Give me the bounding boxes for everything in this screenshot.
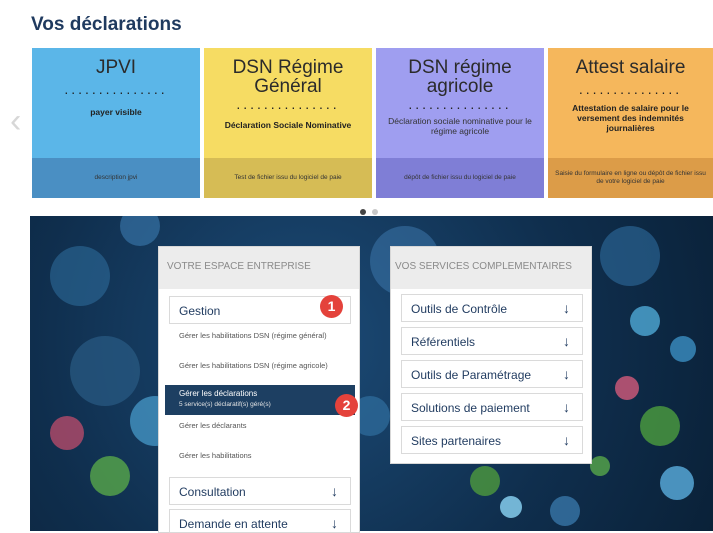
service-label: Outils de Paramétrage: [411, 368, 532, 382]
decor-bubble: [670, 336, 696, 362]
consultation-label: Consultation: [179, 485, 246, 499]
demande-attente-button[interactable]: Demande en attente ↓: [169, 509, 351, 533]
card-title: JPVI: [95, 57, 137, 78]
services-complementaires-panel: VOS SERVICES COMPLEMENTAIRES Outils de C…: [390, 246, 592, 464]
panel-title: VOS SERVICES COMPLEMENTAIRES: [395, 261, 572, 272]
gerer-declarations-label: Gérer les déclarations: [179, 389, 258, 398]
card-divider: ...............: [64, 81, 168, 97]
service-label: Référentiels: [411, 335, 476, 349]
arrow-down-icon: ↓: [331, 483, 338, 499]
card-title: DSN régime agricole: [408, 57, 512, 97]
card-dsn-regime-agricole[interactable]: DSN régime agricole ............... Décl…: [376, 48, 544, 198]
decor-bubble: [600, 226, 660, 286]
card-divider: ...............: [236, 96, 340, 112]
espace-entreprise-panel: VOTRE ESPACE ENTREPRISE Gestion 1 Gérer …: [158, 246, 360, 533]
card-jpvi[interactable]: JPVI ............... payer visible descr…: [32, 48, 200, 198]
service-solutions-paiement[interactable]: Solutions de paiement ↓: [401, 393, 583, 421]
chevron-left-icon[interactable]: ‹: [10, 104, 21, 138]
decor-bubble: [590, 456, 610, 476]
card-footer: Test de fichier issu du logiciel de paie: [204, 158, 372, 198]
link-gerer-declarations[interactable]: Gérer les déclarations 5 service(s) décl…: [165, 385, 355, 415]
card-subtitle: payer visible: [90, 107, 142, 117]
card-subtitle: Déclaration Sociale Nominative: [224, 120, 352, 130]
decor-bubble: [500, 496, 522, 518]
card-footer: Saisie du formulaire en ligne ou dépôt d…: [548, 158, 713, 198]
step-2-badge: 2: [335, 394, 358, 417]
arrow-down-icon: ↓: [563, 366, 570, 382]
decor-bubble: [630, 306, 660, 336]
decor-bubble: [615, 376, 639, 400]
decor-bubble: [90, 456, 130, 496]
card-divider: ...............: [408, 96, 512, 112]
demande-attente-label: Demande en attente: [179, 517, 288, 531]
service-outils-controle[interactable]: Outils de Contrôle ↓: [401, 294, 583, 322]
arrow-down-icon: ↓: [331, 515, 338, 531]
hero-background: [30, 216, 713, 531]
card-subtitle: Attestation de salaire pour le versement…: [572, 103, 689, 133]
card-dsn-regime-general[interactable]: DSN Régime Général ............... Décla…: [204, 48, 372, 198]
step-1-badge: 1: [320, 295, 343, 318]
service-sites-partenaires[interactable]: Sites partenaires ↓: [401, 426, 583, 454]
card-title: Attest salaire: [575, 57, 686, 78]
decor-bubble: [640, 406, 680, 446]
decor-bubble: [660, 466, 694, 500]
link-gerer-declarants[interactable]: Gérer les déclarants: [179, 421, 339, 430]
page-title: Vos déclarations: [31, 14, 182, 35]
service-label: Outils de Contrôle: [411, 302, 508, 316]
card-footer: dépôt de fichier issu du logiciel de pai…: [376, 158, 544, 198]
arrow-down-icon: ↓: [563, 333, 570, 349]
link-gerer-habilitations[interactable]: Gérer les habilitations: [179, 451, 339, 460]
gestion-label: Gestion: [179, 304, 221, 318]
card-title: DSN Régime Général: [232, 57, 344, 97]
service-outils-parametrage[interactable]: Outils de Paramétrage ↓: [401, 360, 583, 388]
service-label: Sites partenaires: [411, 434, 502, 448]
pager-dot-active[interactable]: [360, 209, 366, 215]
panel-title: VOTRE ESPACE ENTREPRISE: [167, 261, 311, 272]
decor-bubble: [50, 246, 110, 306]
card-footer: description jpvi: [32, 158, 200, 198]
panel-header: VOS SERVICES COMPLEMENTAIRES: [391, 247, 591, 289]
consultation-button[interactable]: Consultation ↓: [169, 477, 351, 505]
decor-bubble: [470, 466, 500, 496]
decor-bubble: [120, 216, 160, 246]
gerer-declarations-count: 5 service(s) déclaratif(s) géré(s): [179, 401, 271, 408]
arrow-down-icon: ↓: [563, 432, 570, 448]
arrow-down-icon: ↓: [563, 300, 570, 316]
decor-bubble: [70, 336, 140, 406]
link-habilitations-dsn-agricole[interactable]: Gérer les habilitations DSN (régime agri…: [179, 361, 339, 370]
decor-bubble: [50, 416, 84, 450]
card-divider: ...............: [578, 81, 683, 97]
service-referentiels[interactable]: Référentiels ↓: [401, 327, 583, 355]
decor-bubble: [550, 496, 580, 526]
link-habilitations-dsn-general[interactable]: Gérer les habilitations DSN (régime géné…: [179, 331, 339, 340]
pager-dot[interactable]: [372, 209, 378, 215]
service-label: Solutions de paiement: [411, 401, 530, 415]
card-attest-salaire[interactable]: Attest salaire ............... Attestati…: [548, 48, 713, 198]
panel-header: VOTRE ESPACE ENTREPRISE: [159, 247, 359, 289]
arrow-down-icon: ↓: [563, 399, 570, 415]
card-subtitle: Déclaration sociale nominative pour le r…: [388, 116, 532, 136]
